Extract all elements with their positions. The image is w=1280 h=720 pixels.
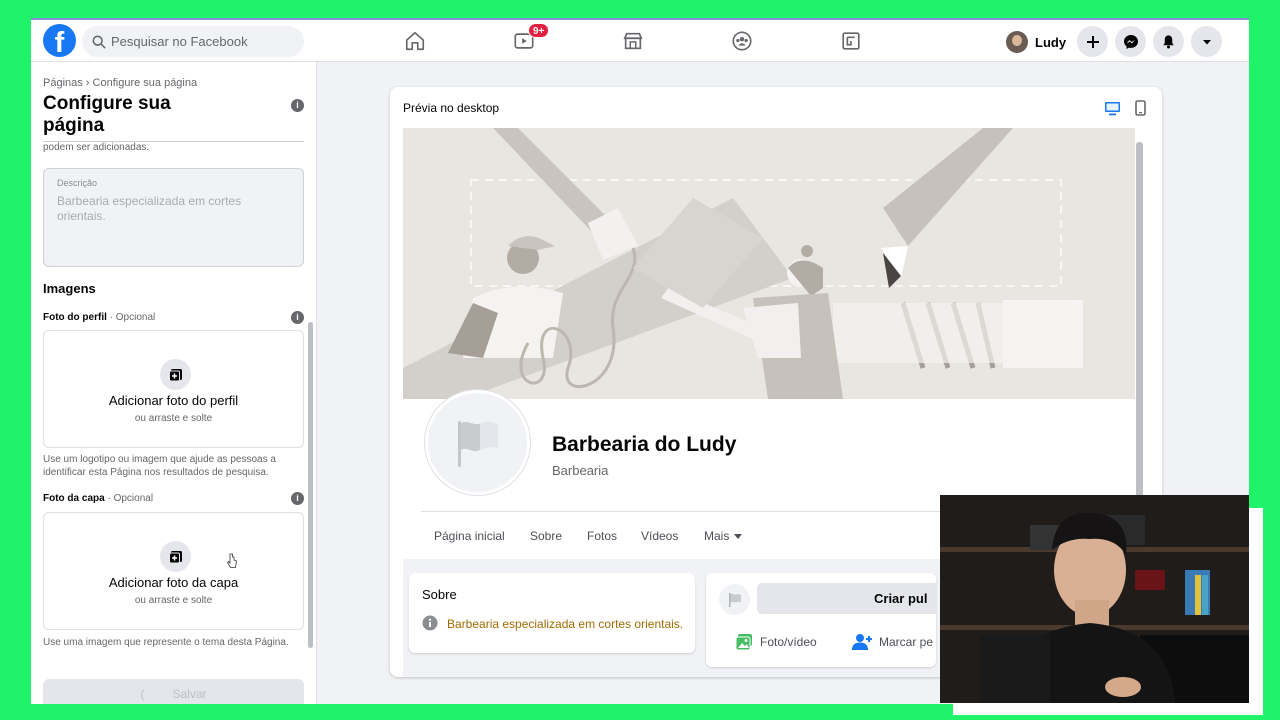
save-footer: ( Salvar xyxy=(31,664,316,704)
images-section-title: Imagens xyxy=(43,281,96,296)
avatar xyxy=(1006,31,1028,53)
page-setup-sidebar: Páginas › Configure sua página Configure… xyxy=(31,62,317,704)
page-category: Barbearia xyxy=(552,463,609,478)
description-value[interactable]: Barbearia especializada em cortes orient… xyxy=(57,194,290,224)
page-profile-picture xyxy=(425,390,530,495)
create-post-card: Criar pul Foto/vídeo Marcar pe xyxy=(706,573,936,667)
about-title: Sobre xyxy=(422,587,457,602)
cover-photo-info-icon[interactable]: i xyxy=(291,492,304,505)
drag-drop-hint: ou arraste e solte xyxy=(134,413,213,424)
sidebar-scrollbar[interactable] xyxy=(308,322,313,648)
search-input[interactable] xyxy=(111,34,281,49)
tag-people-label: Marcar pe xyxy=(879,635,934,649)
info-icon xyxy=(422,615,438,631)
description-field[interactable]: Descrição Barbearia especializada em cor… xyxy=(43,168,304,267)
profile-photo-upload[interactable]: Adicionar foto do perfil ou arraste e so… xyxy=(43,330,304,448)
about-description: Barbearia especializada em cortes orient… xyxy=(447,617,684,631)
profile-name: Ludy xyxy=(1035,34,1067,50)
search-icon xyxy=(92,35,106,49)
tab-videos[interactable]: Vídeos xyxy=(641,529,678,543)
cover-photo-label: Foto da capa · Opcional xyxy=(43,493,154,504)
description-label: Descrição xyxy=(57,178,98,188)
create-post-button[interactable]: Criar pul xyxy=(757,583,936,614)
webcam-overlay xyxy=(940,495,1249,703)
messenger-button[interactable] xyxy=(1115,26,1146,57)
photo-video-button[interactable]: Foto/vídeo xyxy=(735,633,817,651)
flag-icon xyxy=(728,592,741,607)
save-button-label: Salvar xyxy=(172,686,207,701)
preview-title: Prévia no desktop xyxy=(403,101,500,115)
preview-scrollbar[interactable] xyxy=(1136,142,1143,502)
facebook-logo-icon[interactable]: f xyxy=(43,24,76,57)
flag-icon xyxy=(457,420,498,467)
profile-photo-label: Foto do perfil · Opcional xyxy=(43,312,156,323)
notification-badge: 9+ xyxy=(528,23,550,38)
tab-more-label: Mais xyxy=(704,529,730,543)
messenger-icon xyxy=(1123,34,1138,49)
page-name: Barbearia do Ludy xyxy=(552,433,737,456)
gaming-icon[interactable] xyxy=(838,28,864,54)
about-card: Sobre Barbearia especializada em cortes … xyxy=(409,573,695,653)
drag-drop-hint: ou arraste e solte xyxy=(134,595,213,606)
add-photo-icon xyxy=(160,541,191,572)
top-navigation-bar: f 9+ Ludy xyxy=(31,20,1249,62)
profile-button[interactable]: Ludy xyxy=(1006,27,1066,57)
desktop-view-icon[interactable] xyxy=(1103,99,1121,117)
groups-icon[interactable] xyxy=(729,28,755,54)
profile-photo-info-icon[interactable]: i xyxy=(291,311,304,324)
cover-illustration xyxy=(403,128,1135,399)
partial-helper-text: podem ser adicionadas. xyxy=(43,142,150,153)
search-box[interactable] xyxy=(82,26,304,57)
add-cover-photo-label: Adicionar foto da capa xyxy=(108,575,239,590)
page-avatar xyxy=(719,584,750,615)
bell-icon xyxy=(1163,35,1174,49)
profile-photo-help: Use um logotipo ou imagem que ajude as p… xyxy=(43,454,276,478)
caret-down-icon xyxy=(734,534,743,540)
photo-icon xyxy=(735,634,752,651)
save-button[interactable]: ( Salvar xyxy=(43,679,304,704)
mouse-pointer-icon xyxy=(226,553,237,568)
notifications-button[interactable] xyxy=(1153,26,1184,57)
caret-icon xyxy=(1202,39,1211,44)
tab-home[interactable]: Página inicial xyxy=(434,529,505,543)
add-photo-icon xyxy=(160,359,191,390)
photo-video-label: Foto/vídeo xyxy=(760,635,817,649)
plus-icon xyxy=(1086,35,1099,48)
tab-more[interactable]: Mais xyxy=(704,529,743,543)
cover-photo-help: Use uma imagem que represente o tema des… xyxy=(43,637,289,648)
add-profile-photo-label: Adicionar foto do perfil xyxy=(108,393,239,408)
home-icon[interactable] xyxy=(402,28,428,54)
tag-people-button[interactable]: Marcar pe xyxy=(852,633,933,651)
tag-people-icon xyxy=(852,634,872,650)
tab-photos[interactable]: Fotos xyxy=(587,529,617,543)
page-title: Configure sua página xyxy=(43,93,171,136)
loading-spinner-icon: ( xyxy=(140,686,145,701)
info-icon[interactable]: i xyxy=(291,99,304,112)
mobile-view-icon[interactable] xyxy=(1131,99,1149,117)
account-menu-button[interactable] xyxy=(1191,26,1222,57)
marketplace-icon[interactable] xyxy=(620,28,646,54)
tab-about[interactable]: Sobre xyxy=(530,529,562,543)
create-button[interactable] xyxy=(1077,26,1108,57)
breadcrumb[interactable]: Páginas › Configure sua página xyxy=(43,77,197,89)
cover-photo-upload[interactable]: Adicionar foto da capa ou arraste e solt… xyxy=(43,512,304,630)
